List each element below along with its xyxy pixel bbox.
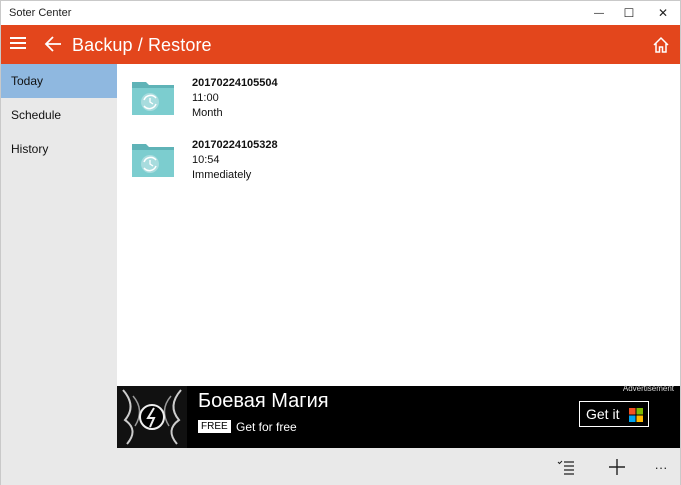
more-options-icon[interactable]: ··· (650, 456, 672, 478)
home-icon[interactable] (652, 36, 670, 54)
get-it-label: Get it (586, 406, 620, 422)
backup-time: 11:00 (192, 92, 219, 104)
advertisement-banner[interactable]: Advertisement Боевая Магия FREE Get for … (117, 384, 680, 448)
free-badge: FREE (198, 420, 231, 433)
app-title: Soter Center (9, 7, 72, 19)
backup-time: 10:54 (192, 154, 220, 166)
maximize-icon: ☐ (623, 6, 635, 20)
backup-frequency: Month (192, 107, 223, 119)
add-icon[interactable] (606, 456, 628, 478)
app-window: Soter Center — ☐ ✕ Backup / Restore Toda… (0, 0, 681, 485)
backup-name: 20170224105328 (192, 139, 278, 151)
get-it-button[interactable]: Get it (579, 401, 649, 427)
back-arrow-icon[interactable] (43, 33, 65, 55)
ad-subtitle: Get for free (236, 420, 297, 434)
sidebar-item-today[interactable]: Today (1, 64, 117, 98)
ad-title: Боевая Магия (198, 390, 329, 412)
page-title: Backup / Restore (72, 35, 212, 55)
minimize-icon: — (594, 7, 604, 19)
list-item[interactable]: 20170224105504 11:00 Month (117, 70, 680, 126)
close-icon: ✕ (657, 6, 669, 20)
title-bar: Soter Center — ☐ ✕ (1, 1, 680, 25)
windows-store-icon (629, 408, 643, 422)
ad-artwork-icon (117, 386, 187, 448)
minimize-button[interactable]: — (583, 1, 615, 25)
sidebar-item-schedule[interactable]: Schedule (1, 98, 117, 132)
backup-list: 20170224105504 11:00 Month 2017022410532… (117, 64, 680, 386)
backup-name: 20170224105504 (192, 77, 278, 89)
app-header: Backup / Restore (1, 25, 680, 64)
backup-folder-icon (132, 144, 174, 177)
sidebar-item-history[interactable]: History (1, 132, 117, 166)
ad-label: Advertisement (622, 384, 674, 393)
maximize-button[interactable]: ☐ (613, 1, 645, 25)
select-list-icon[interactable] (555, 456, 577, 478)
command-bar: ··· (117, 448, 680, 485)
sidebar: Today Schedule History (1, 64, 117, 485)
backup-info: 20170224105328 10:54 Immediately (192, 138, 278, 183)
backup-frequency: Immediately (192, 169, 252, 181)
backup-info: 20170224105504 11:00 Month (192, 76, 278, 121)
backup-folder-icon (132, 82, 174, 115)
hamburger-menu-icon[interactable] (10, 37, 26, 51)
close-button[interactable]: ✕ (647, 1, 679, 25)
list-item[interactable]: 20170224105328 10:54 Immediately (117, 132, 680, 188)
